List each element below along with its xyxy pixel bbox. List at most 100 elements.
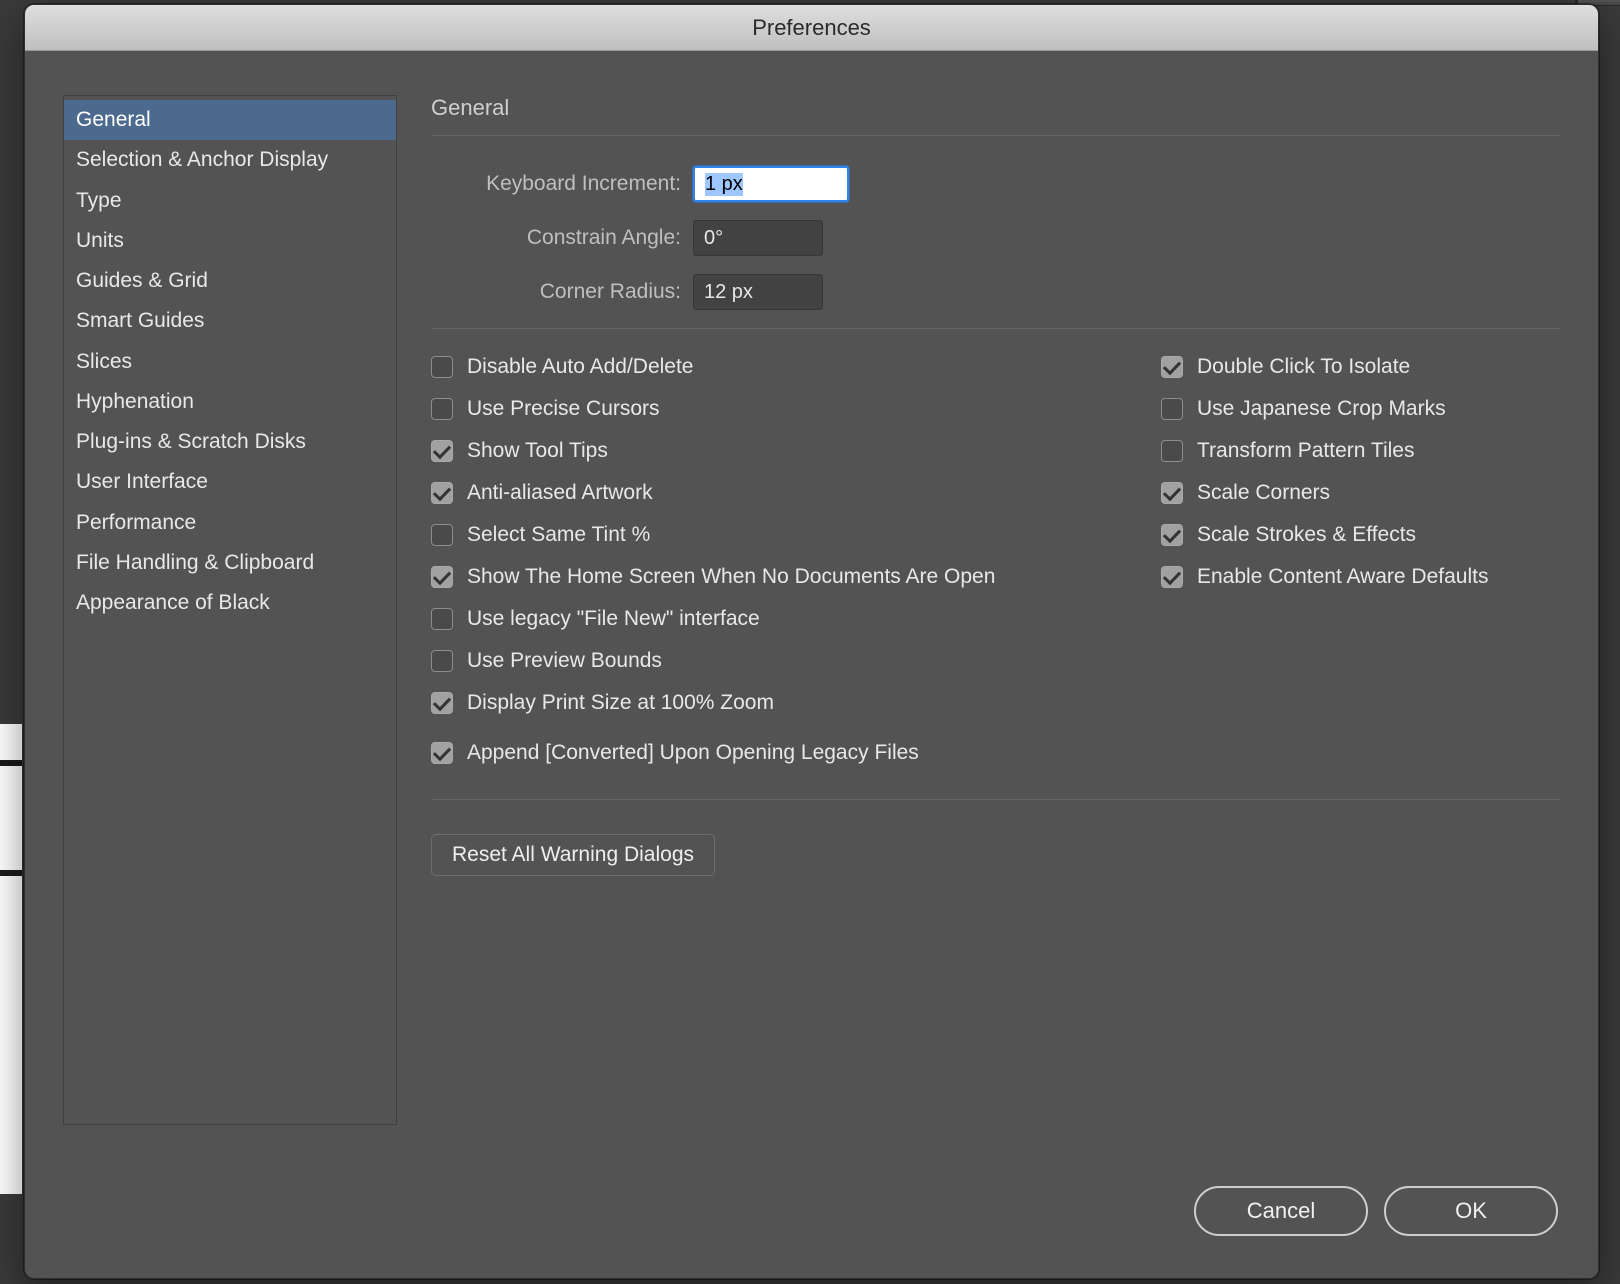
divider bbox=[431, 799, 1560, 800]
checkbox-label: Use legacy "File New" interface bbox=[467, 607, 760, 631]
checkbox-label: Show Tool Tips bbox=[467, 439, 608, 463]
sidebar-item-units[interactable]: Units bbox=[64, 221, 396, 261]
button-label: Cancel bbox=[1247, 1198, 1315, 1224]
checkbox-label: Use Preview Bounds bbox=[467, 649, 662, 673]
checkbox-icon bbox=[431, 440, 453, 462]
background-fragment bbox=[0, 724, 22, 1194]
checkbox-column-right: Double Click To Isolate Use Japanese Cro… bbox=[1161, 355, 1488, 765]
sidebar-item-label: Slices bbox=[76, 350, 132, 373]
panel-title: General bbox=[431, 95, 1560, 136]
sidebar-item-user-interface[interactable]: User Interface bbox=[64, 462, 396, 502]
checkbox-label: Scale Corners bbox=[1197, 481, 1330, 505]
keyboard-increment-input[interactable] bbox=[693, 166, 849, 202]
check-use-legacy-file-new[interactable]: Use legacy "File New" interface bbox=[431, 607, 1131, 631]
checkbox-icon bbox=[431, 398, 453, 420]
checkbox-label: Append [Converted] Upon Opening Legacy F… bbox=[467, 741, 919, 765]
sidebar-item-hyphenation[interactable]: Hyphenation bbox=[64, 382, 396, 422]
check-show-tool-tips[interactable]: Show Tool Tips bbox=[431, 439, 1131, 463]
sidebar-item-label: Units bbox=[76, 229, 124, 252]
checkbox-icon bbox=[1161, 356, 1183, 378]
checkbox-icon bbox=[431, 524, 453, 546]
checkbox-area: Disable Auto Add/Delete Use Precise Curs… bbox=[431, 355, 1560, 765]
button-label: OK bbox=[1455, 1198, 1487, 1224]
checkbox-icon bbox=[431, 650, 453, 672]
sidebar-item-guides-grid[interactable]: Guides & Grid bbox=[64, 261, 396, 301]
dialog-footer: Cancel OK bbox=[1194, 1186, 1558, 1236]
dialog-title: Preferences bbox=[752, 15, 871, 41]
reset-all-warning-dialogs-button[interactable]: Reset All Warning Dialogs bbox=[431, 834, 715, 876]
checkbox-icon bbox=[431, 482, 453, 504]
sidebar-item-file-handling-clipboard[interactable]: File Handling & Clipboard bbox=[64, 543, 396, 583]
sidebar-item-label: Type bbox=[76, 189, 122, 212]
sidebar-item-general[interactable]: General bbox=[64, 100, 396, 140]
background-fragment-line bbox=[0, 870, 22, 876]
preferences-category-list: General Selection & Anchor Display Type … bbox=[63, 95, 397, 1125]
check-append-converted[interactable]: Append [Converted] Upon Opening Legacy F… bbox=[431, 741, 1131, 765]
constrain-angle-label: Constrain Angle: bbox=[431, 226, 681, 250]
preferences-dialog: Preferences General Selection & Anchor D… bbox=[24, 4, 1599, 1279]
sidebar-item-label: Plug-ins & Scratch Disks bbox=[76, 430, 306, 453]
check-scale-corners[interactable]: Scale Corners bbox=[1161, 481, 1488, 505]
checkbox-label: Transform Pattern Tiles bbox=[1197, 439, 1414, 463]
sidebar-item-label: Selection & Anchor Display bbox=[76, 148, 328, 171]
checkbox-icon bbox=[431, 608, 453, 630]
check-display-print-size-100[interactable]: Display Print Size at 100% Zoom bbox=[431, 691, 1131, 715]
sidebar-item-label: User Interface bbox=[76, 470, 208, 493]
check-enable-content-aware-defaults[interactable]: Enable Content Aware Defaults bbox=[1161, 565, 1488, 589]
checkbox-label: Disable Auto Add/Delete bbox=[467, 355, 694, 379]
checkbox-icon bbox=[1161, 566, 1183, 588]
form-fields: Keyboard Increment: Constrain Angle: Cor… bbox=[431, 166, 951, 310]
sidebar-item-label: Guides & Grid bbox=[76, 269, 208, 292]
sidebar-item-label: Appearance of Black bbox=[76, 591, 270, 614]
sidebar-item-type[interactable]: Type bbox=[64, 181, 396, 221]
checkbox-label: Anti-aliased Artwork bbox=[467, 481, 653, 505]
check-scale-strokes-effects[interactable]: Scale Strokes & Effects bbox=[1161, 523, 1488, 547]
sidebar-item-plugins-scratch-disks[interactable]: Plug-ins & Scratch Disks bbox=[64, 422, 396, 462]
checkbox-label: Display Print Size at 100% Zoom bbox=[467, 691, 774, 715]
check-anti-aliased-artwork[interactable]: Anti-aliased Artwork bbox=[431, 481, 1131, 505]
check-disable-auto-add-delete[interactable]: Disable Auto Add/Delete bbox=[431, 355, 1131, 379]
checkbox-icon bbox=[431, 742, 453, 764]
check-transform-pattern-tiles[interactable]: Transform Pattern Tiles bbox=[1161, 439, 1488, 463]
sidebar-item-selection-anchor-display[interactable]: Selection & Anchor Display bbox=[64, 140, 396, 180]
checkbox-icon bbox=[431, 566, 453, 588]
checkbox-icon bbox=[1161, 524, 1183, 546]
checkbox-label: Scale Strokes & Effects bbox=[1197, 523, 1416, 547]
dialog-content: General Selection & Anchor Display Type … bbox=[25, 51, 1598, 1278]
checkbox-icon bbox=[1161, 398, 1183, 420]
corner-radius-label: Corner Radius: bbox=[431, 280, 681, 304]
check-use-precise-cursors[interactable]: Use Precise Cursors bbox=[431, 397, 1131, 421]
checkbox-label: Use Japanese Crop Marks bbox=[1197, 397, 1446, 421]
ok-button[interactable]: OK bbox=[1384, 1186, 1558, 1236]
checkbox-label: Enable Content Aware Defaults bbox=[1197, 565, 1488, 589]
keyboard-increment-label: Keyboard Increment: bbox=[431, 172, 681, 196]
background-fragment-line bbox=[0, 760, 22, 766]
checkbox-icon bbox=[1161, 440, 1183, 462]
corner-radius-input[interactable] bbox=[693, 274, 823, 310]
check-select-same-tint[interactable]: Select Same Tint % bbox=[431, 523, 1131, 547]
checkbox-label: Use Precise Cursors bbox=[467, 397, 660, 421]
checkbox-label: Show The Home Screen When No Documents A… bbox=[467, 565, 995, 589]
sidebar-item-appearance-of-black[interactable]: Appearance of Black bbox=[64, 583, 396, 623]
sidebar-item-performance[interactable]: Performance bbox=[64, 503, 396, 543]
sidebar-item-smart-guides[interactable]: Smart Guides bbox=[64, 301, 396, 341]
checkbox-column-left: Disable Auto Add/Delete Use Precise Curs… bbox=[431, 355, 1131, 765]
check-use-preview-bounds[interactable]: Use Preview Bounds bbox=[431, 649, 1131, 673]
cancel-button[interactable]: Cancel bbox=[1194, 1186, 1368, 1236]
checkbox-icon bbox=[431, 356, 453, 378]
dialog-titlebar: Preferences bbox=[25, 5, 1598, 51]
sidebar-item-label: General bbox=[76, 108, 151, 131]
check-show-home-screen[interactable]: Show The Home Screen When No Documents A… bbox=[431, 565, 1131, 589]
sidebar-item-slices[interactable]: Slices bbox=[64, 342, 396, 382]
checkbox-label: Select Same Tint % bbox=[467, 523, 650, 547]
sidebar-item-label: Performance bbox=[76, 511, 196, 534]
check-double-click-to-isolate[interactable]: Double Click To Isolate bbox=[1161, 355, 1488, 379]
check-use-japanese-crop-marks[interactable]: Use Japanese Crop Marks bbox=[1161, 397, 1488, 421]
sidebar-item-label: File Handling & Clipboard bbox=[76, 551, 314, 574]
checkbox-icon bbox=[1161, 482, 1183, 504]
sidebar-item-label: Smart Guides bbox=[76, 309, 204, 332]
checkbox-label: Double Click To Isolate bbox=[1197, 355, 1410, 379]
constrain-angle-input[interactable] bbox=[693, 220, 823, 256]
divider bbox=[431, 328, 1560, 329]
sidebar-item-label: Hyphenation bbox=[76, 390, 194, 413]
